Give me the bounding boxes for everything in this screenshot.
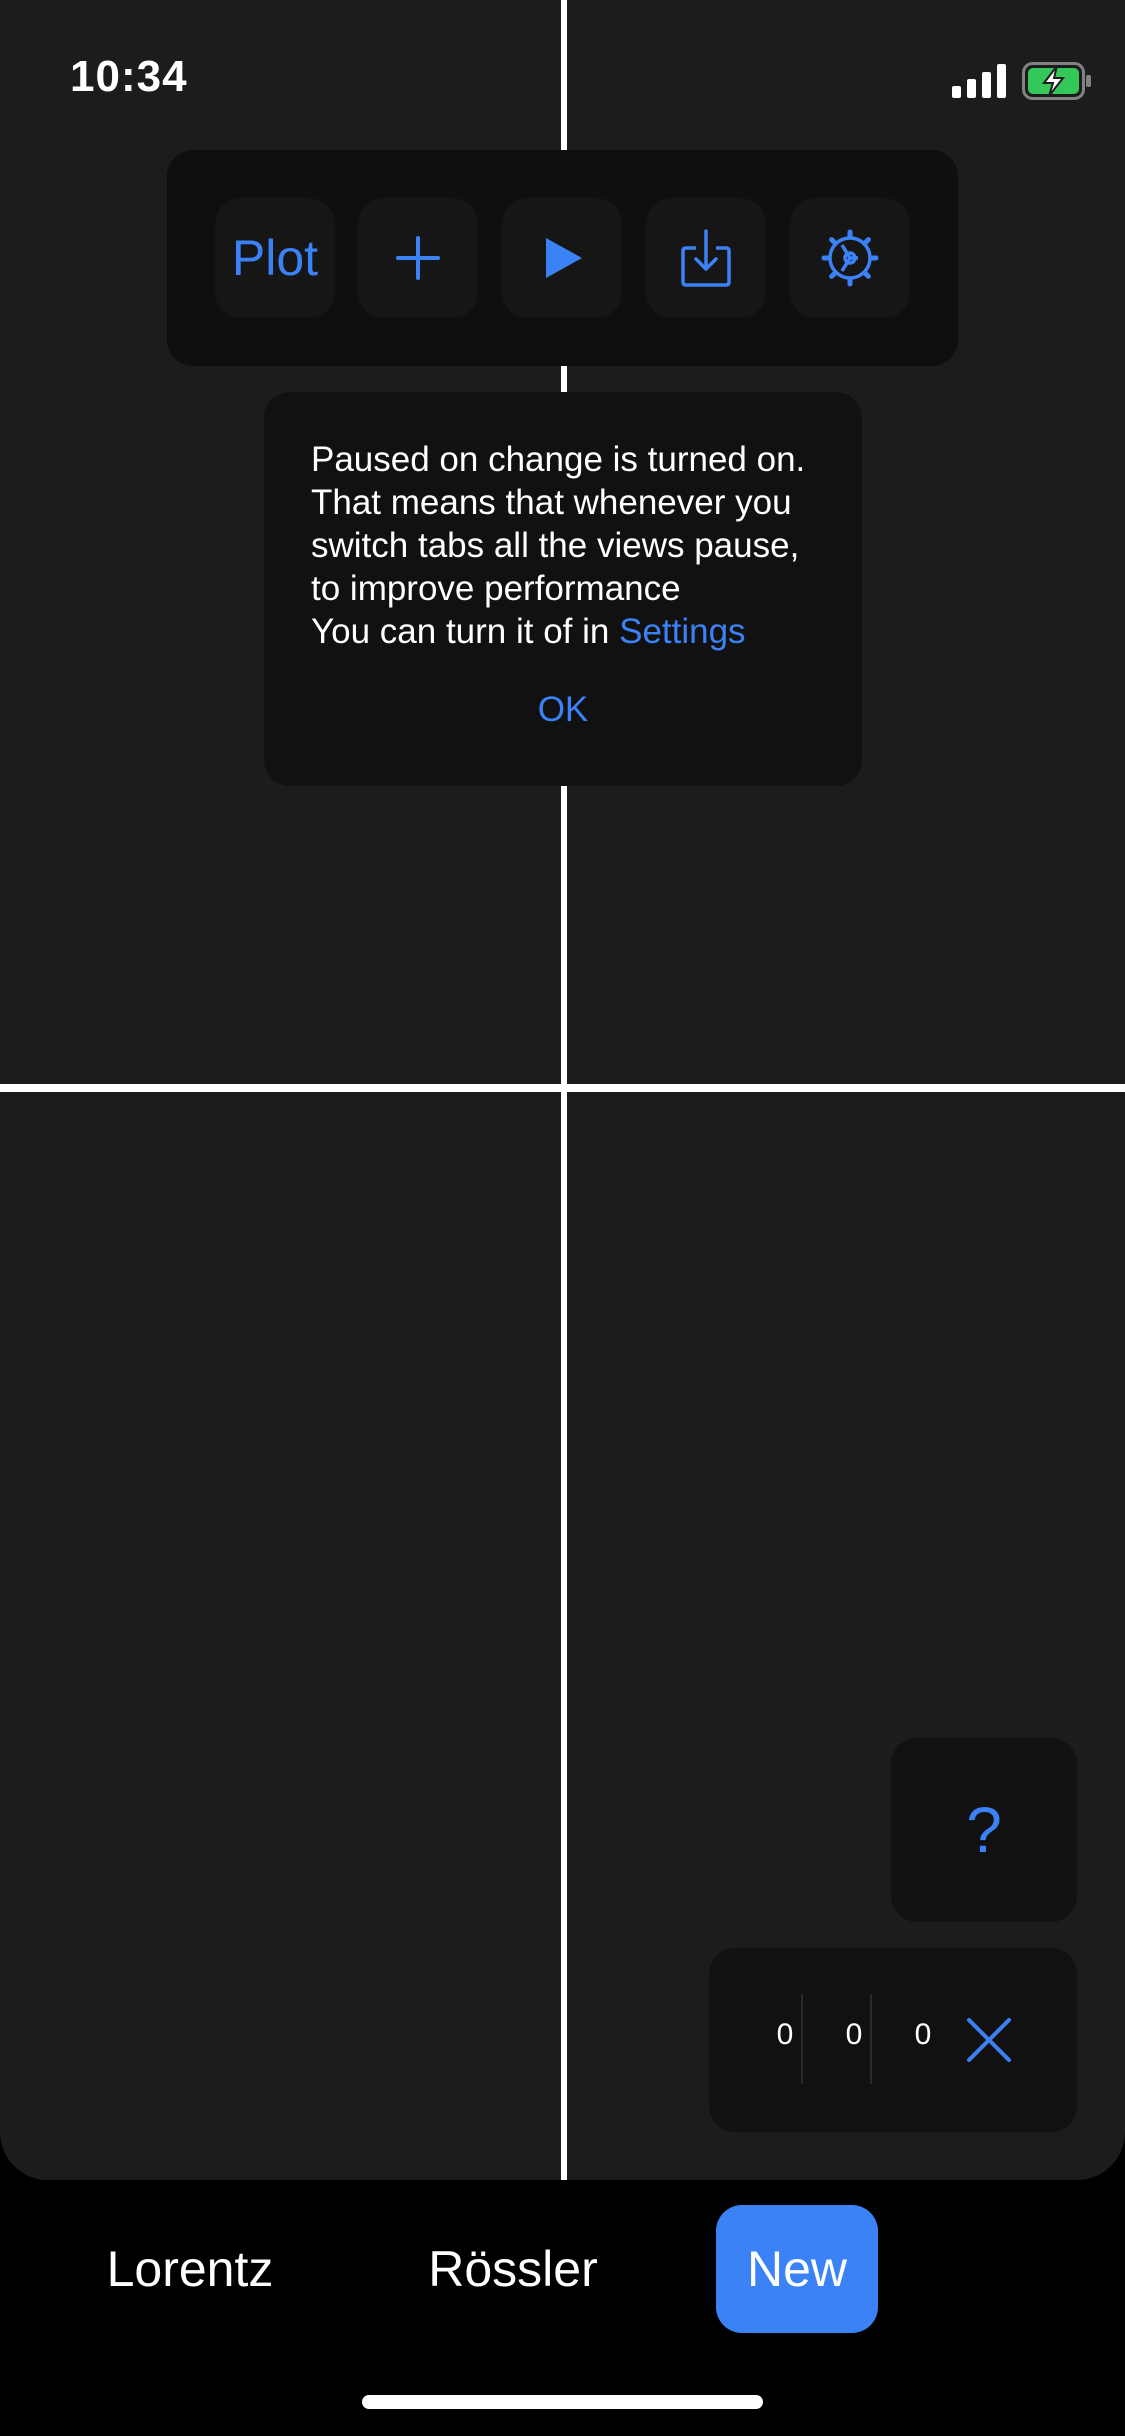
toolbar: Plot bbox=[167, 150, 958, 366]
add-button[interactable] bbox=[358, 198, 478, 318]
tab-new[interactable]: New bbox=[716, 2205, 878, 2333]
coordinate-divider bbox=[870, 1994, 872, 2084]
play-button[interactable] bbox=[502, 198, 622, 318]
plot-button-label: Plot bbox=[231, 230, 319, 286]
cellular-signal-icon bbox=[952, 64, 1006, 98]
status-time: 10:34 bbox=[70, 52, 188, 101]
alert-message: Paused on change is turned on. That mean… bbox=[311, 438, 821, 653]
play-icon bbox=[546, 238, 582, 278]
coordinate-divider bbox=[801, 1994, 803, 2084]
coordinate-y: 0 bbox=[845, 2018, 863, 2051]
coordinate-panel: 0 0 0 bbox=[709, 1948, 1077, 2132]
help-button[interactable]: ? bbox=[891, 1738, 1077, 1922]
export-tray-icon bbox=[681, 229, 731, 287]
battery-charging-icon bbox=[1022, 62, 1091, 100]
home-indicator[interactable] bbox=[362, 2395, 763, 2409]
plot-button[interactable]: Plot bbox=[215, 198, 335, 318]
coordinate-x: 0 bbox=[776, 2018, 794, 2051]
settings-button[interactable] bbox=[790, 198, 910, 318]
settings-link[interactable]: Settings bbox=[619, 612, 745, 651]
gear-icon bbox=[821, 229, 879, 287]
paused-alert: Paused on change is turned on. That mean… bbox=[264, 392, 862, 786]
close-icon[interactable] bbox=[959, 2010, 1019, 2070]
plus-icon bbox=[396, 236, 440, 280]
tab-lorentz[interactable]: Lorentz bbox=[90, 2205, 290, 2333]
horizontal-axis-line bbox=[0, 1084, 1125, 1092]
ok-button[interactable]: OK bbox=[264, 690, 862, 730]
export-button[interactable] bbox=[646, 198, 766, 318]
coordinate-z: 0 bbox=[914, 2018, 932, 2051]
tab-rossler[interactable]: Rössler bbox=[418, 2205, 608, 2333]
